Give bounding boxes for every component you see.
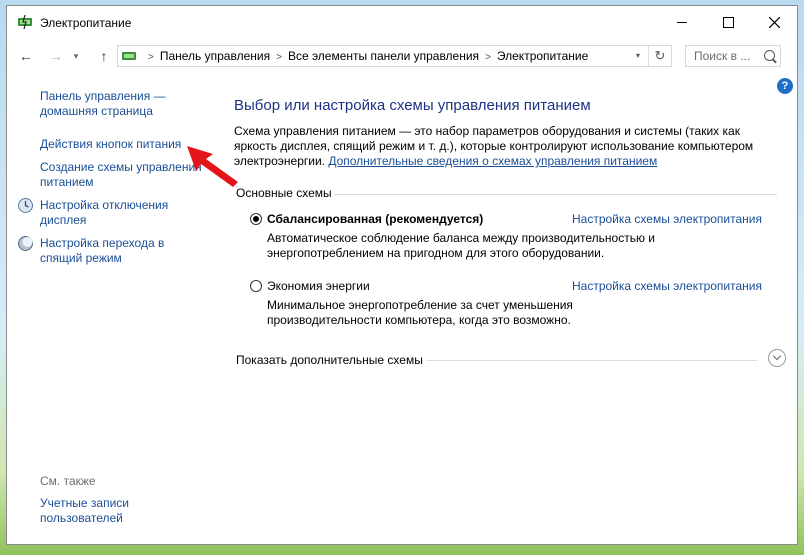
group-label: Основные схемы	[236, 186, 332, 200]
sidebar-link-display-off[interactable]: Настройка отключения дисплея	[40, 198, 190, 228]
sidebar-link-control-panel-home[interactable]: Панель управления — домашняя страница	[40, 89, 210, 119]
sidebar-link-sleep-settings[interactable]: Настройка перехода в спящий режим	[40, 236, 190, 266]
search-placeholder: Поиск в ...	[694, 49, 751, 63]
up-arrow-icon[interactable]: ↑	[93, 46, 115, 66]
show-more-plans[interactable]: Показать дополнительные схемы	[236, 353, 423, 367]
plan-radio-balanced[interactable]	[250, 213, 262, 225]
recent-dropdown-icon[interactable]: ▾	[69, 46, 83, 66]
power-options-icon	[18, 15, 32, 29]
chevron-down-icon[interactable]	[768, 349, 786, 367]
plan-settings-link[interactable]: Настройка схемы электропитания	[572, 212, 762, 226]
maximize-button[interactable]	[705, 6, 751, 38]
breadcrumb-separator-icon[interactable]: >	[485, 52, 491, 63]
breadcrumb-separator-icon: >	[148, 52, 154, 63]
see-also-label: См. также	[40, 474, 96, 488]
navigation-bar: ← → ▾ ↑ > Панель управления > Все элементы …	[7, 41, 797, 71]
refresh-icon[interactable]: ↻	[648, 46, 671, 66]
display-icon	[18, 198, 33, 213]
power-options-icon	[122, 52, 136, 60]
help-icon[interactable]: ?	[777, 78, 793, 94]
close-icon	[768, 16, 780, 28]
address-bar[interactable]: > Панель управления > Все элементы панели у…	[117, 45, 672, 67]
plan-settings-link[interactable]: Настройка схемы электропитания	[572, 279, 762, 293]
power-options-window: Электропитание ← → ▾ ↑ > Панель управлени…	[6, 5, 798, 545]
forward-arrow-icon[interactable]: →	[45, 46, 67, 66]
window-title: Электропитание	[40, 16, 132, 30]
back-arrow-icon[interactable]: ←	[15, 46, 37, 66]
plan-name[interactable]: Экономия энергии	[267, 279, 370, 293]
maximize-icon	[722, 16, 734, 28]
page-title: Выбор или настройка схемы управления пит…	[234, 97, 591, 114]
breadcrumb: > Панель управления > Все элементы панели у…	[142, 46, 588, 66]
sidebar-link-create-power-plan[interactable]: Создание схемы управления питанием	[40, 160, 205, 190]
plan-description: Автоматическое соблюдение баланса между …	[267, 231, 656, 260]
divider	[427, 360, 757, 361]
plan-description: Минимальное энергопотребление за счет ум…	[267, 298, 573, 327]
breadcrumb-item[interactable]: Все элементы панели управления	[288, 49, 479, 63]
divider	[334, 194, 777, 195]
sleep-icon	[18, 236, 33, 251]
search-input[interactable]: Поиск в ...	[685, 45, 781, 67]
plan-name[interactable]: Сбалансированная (рекомендуется)	[267, 212, 483, 226]
page-description: Схема управления питанием — это набор па…	[234, 124, 779, 169]
minimize-icon	[677, 21, 687, 23]
address-dropdown-icon[interactable]: ▾	[629, 46, 647, 66]
breadcrumb-item[interactable]: Панель управления	[160, 49, 270, 63]
breadcrumb-item[interactable]: Электропитание	[497, 49, 588, 63]
title-bar: Электропитание	[7, 6, 797, 38]
search-icon[interactable]	[764, 50, 775, 61]
more-info-link[interactable]: Дополнительные сведения о схемах управле…	[328, 154, 657, 168]
sidebar-link-user-accounts[interactable]: Учетные записи пользователей	[40, 496, 160, 526]
minimize-button[interactable]	[659, 6, 705, 38]
plan-radio-power-saver[interactable]	[250, 280, 262, 292]
close-button[interactable]	[751, 6, 797, 38]
breadcrumb-separator-icon[interactable]: >	[276, 52, 282, 63]
